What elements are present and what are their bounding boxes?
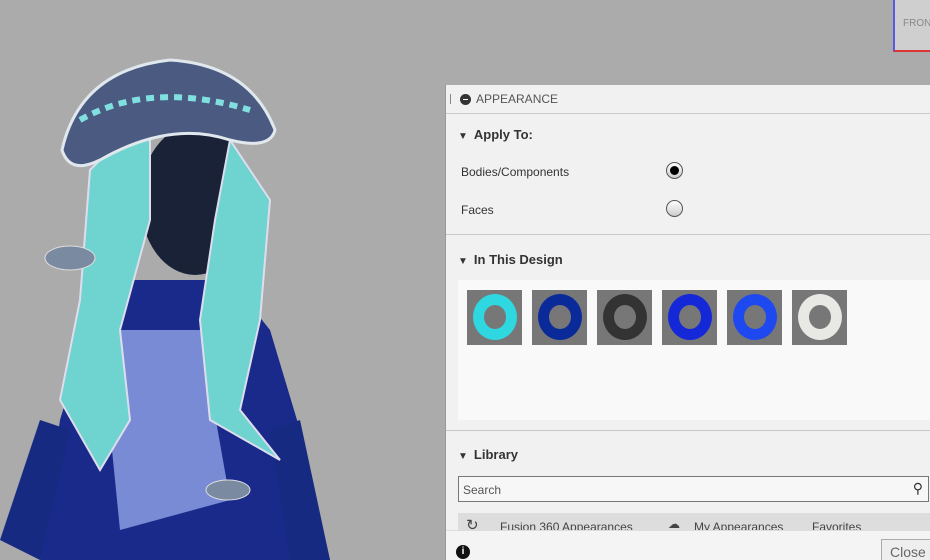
expand-triangle-icon: ▼ bbox=[458, 451, 468, 462]
swatch-bright-blue[interactable] bbox=[727, 290, 782, 345]
collapse-icon[interactable] bbox=[460, 93, 471, 105]
section-in-this-design[interactable]: ▼ In This Design bbox=[458, 252, 563, 267]
swatch-blue[interactable] bbox=[662, 290, 717, 345]
radio-faces[interactable] bbox=[666, 200, 683, 217]
swatch-cyan[interactable] bbox=[467, 290, 522, 345]
option-label-faces: Faces bbox=[461, 203, 494, 217]
character-model bbox=[0, 58, 330, 560]
swatch-white[interactable] bbox=[792, 290, 847, 345]
panel-footer: i Close bbox=[446, 530, 930, 560]
search-placeholder: Search bbox=[463, 483, 502, 497]
design-swatches bbox=[458, 280, 930, 420]
section-library[interactable]: ▼ Library bbox=[458, 447, 518, 462]
appearance-panel: APPEARANCE ▼ Apply To: Bodies/Components … bbox=[445, 85, 930, 560]
drag-grip-icon[interactable] bbox=[450, 94, 452, 104]
expand-triangle-icon: ▼ bbox=[458, 256, 468, 267]
library-search-input[interactable]: Search ⚲ bbox=[458, 476, 929, 502]
torus-preview-icon bbox=[473, 294, 517, 340]
search-icon[interactable]: ⚲ bbox=[913, 480, 923, 497]
torus-preview-icon bbox=[733, 294, 777, 340]
info-icon[interactable]: i bbox=[456, 545, 470, 559]
option-label-bodies: Bodies/Components bbox=[461, 165, 570, 179]
cloud-icon: ☁ bbox=[668, 517, 680, 531]
close-button[interactable]: Close bbox=[881, 539, 930, 560]
panel-header[interactable]: APPEARANCE bbox=[446, 85, 930, 114]
swatch-gray-black[interactable] bbox=[597, 290, 652, 345]
torus-preview-icon bbox=[668, 294, 712, 340]
view-cube-face-label: FRONT bbox=[903, 18, 930, 29]
view-cube[interactable]: FRONT bbox=[893, 0, 930, 52]
torus-preview-icon bbox=[538, 294, 582, 340]
swatch-dark-blue[interactable] bbox=[532, 290, 587, 345]
panel-title: APPEARANCE bbox=[476, 92, 559, 106]
section-label: Apply To: bbox=[473, 127, 533, 142]
section-label: Library bbox=[473, 447, 518, 462]
divider bbox=[446, 430, 930, 431]
radio-bodies-components[interactable] bbox=[666, 162, 683, 179]
torus-preview-icon bbox=[603, 294, 647, 340]
expand-triangle-icon: ▼ bbox=[458, 131, 468, 142]
section-label: In This Design bbox=[473, 252, 563, 267]
divider bbox=[446, 234, 930, 235]
section-apply-to[interactable]: ▼ Apply To: bbox=[458, 127, 533, 142]
torus-preview-icon bbox=[798, 294, 842, 340]
